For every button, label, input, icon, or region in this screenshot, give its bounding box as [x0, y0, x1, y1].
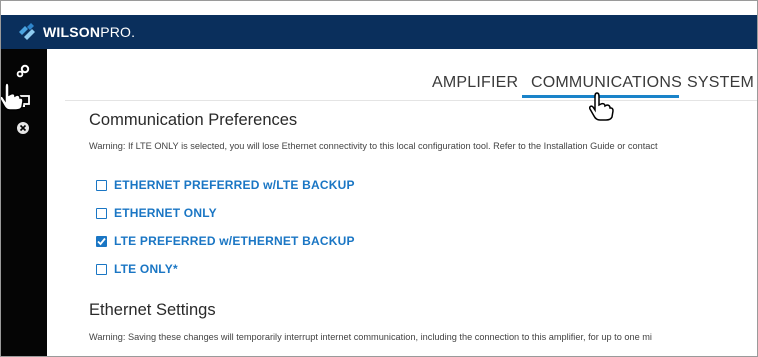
close-circle-icon[interactable] — [15, 120, 31, 136]
checkbox[interactable] — [96, 263, 107, 275]
wilsonpro-logo: WILSONPRO. — [17, 21, 135, 43]
settings-icon[interactable] — [15, 63, 31, 79]
communication-warning: Warning: If LTE ONLY is selected, you wi… — [89, 141, 658, 151]
ethernet-settings-heading: Ethernet Settings — [89, 301, 216, 319]
checkbox[interactable] — [96, 179, 107, 191]
ethernet-warning: Warning: Saving these changes will tempo… — [89, 332, 652, 342]
checkbox-checked[interactable] — [96, 235, 107, 247]
option-label: ETHERNET PREFERRED w/LTE BACKUP — [114, 178, 355, 192]
hand-cursor-icon — [1, 82, 24, 111]
app-window: WILSONPRO. AMPLIFIER COMMUNICATIONS SYST… — [0, 0, 758, 357]
tabs-divider — [65, 100, 757, 101]
hand-cursor-icon — [589, 92, 614, 121]
option-lte-only[interactable]: LTE ONLY* — [96, 261, 178, 277]
option-label: LTE ONLY* — [114, 262, 178, 276]
option-ethernet-preferred[interactable]: ETHERNET PREFERRED w/LTE BACKUP — [96, 177, 355, 193]
tab-amplifier[interactable]: AMPLIFIER — [432, 74, 518, 92]
option-lte-preferred[interactable]: LTE PREFERRED w/ETHERNET BACKUP — [96, 233, 355, 249]
communication-preferences-heading: Communication Preferences — [89, 111, 298, 129]
checkmark-icon — [97, 237, 106, 245]
option-label: LTE PREFERRED w/ETHERNET BACKUP — [114, 234, 355, 248]
tab-system[interactable]: SYSTEM — [687, 74, 754, 92]
wilsonpro-logo-icon — [19, 23, 35, 40]
option-ethernet-only[interactable]: ETHERNET ONLY — [96, 205, 217, 221]
brand-name: WILSONPRO. — [43, 24, 136, 40]
tab-communications[interactable]: COMMUNICATIONS — [531, 74, 682, 92]
checkbox[interactable] — [96, 207, 107, 219]
option-label: ETHERNET ONLY — [114, 206, 217, 220]
top-bar: WILSONPRO. — [1, 15, 757, 49]
